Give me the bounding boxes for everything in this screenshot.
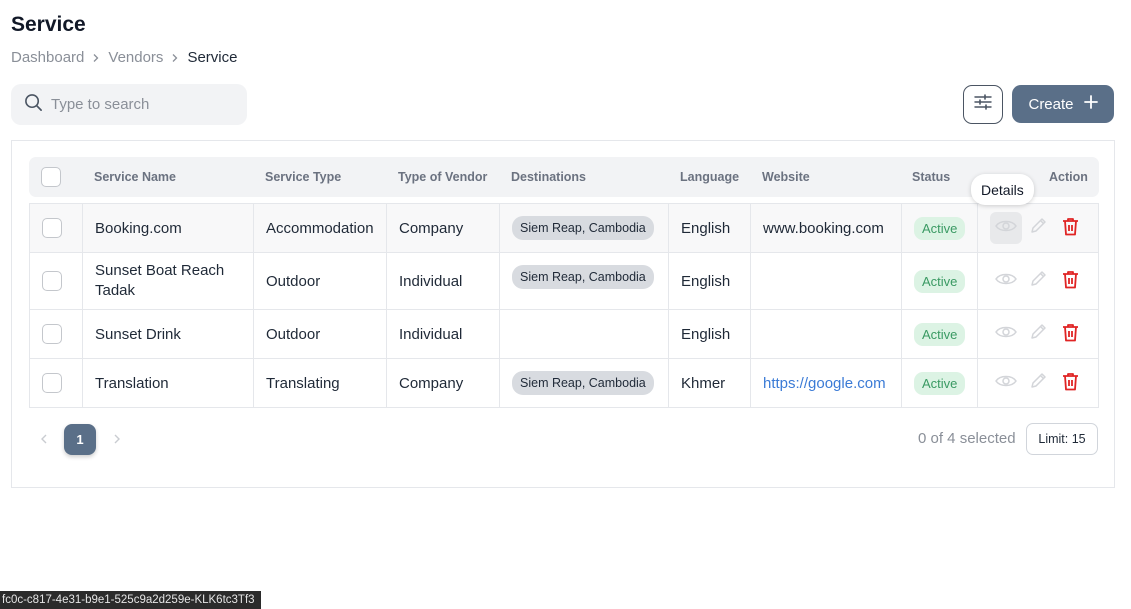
destination-tag: Siem Reap, Cambodia <box>512 371 654 395</box>
header-website[interactable]: Website <box>762 157 810 197</box>
prev-page-button[interactable] <box>40 431 48 447</box>
table-header: Service Name Service Type Type of Vendor… <box>29 157 1099 197</box>
trash-icon <box>1062 372 1079 395</box>
header-vendor-type[interactable]: Type of Vendor <box>398 157 487 197</box>
delete-button[interactable] <box>1054 367 1086 399</box>
row-checkbox[interactable] <box>42 271 62 291</box>
next-page-button[interactable] <box>113 431 121 447</box>
destination-tag: Siem Reap, Cambodia <box>512 265 654 289</box>
service-type: Outdoor <box>266 272 321 290</box>
service-name: Booking.com <box>95 219 182 237</box>
breadcrumb-dashboard[interactable]: Dashboard <box>11 49 84 66</box>
language: English <box>681 219 731 237</box>
limit-button[interactable]: Limit: 15 <box>1026 423 1098 455</box>
delete-button[interactable] <box>1054 212 1086 244</box>
search-icon <box>24 93 43 117</box>
service-type: Outdoor <box>266 325 321 343</box>
language: English <box>681 325 731 343</box>
details-tooltip: Details <box>971 174 1034 205</box>
select-all-checkbox[interactable] <box>41 167 61 187</box>
view-button[interactable] <box>990 265 1022 297</box>
eye-icon <box>995 272 1017 290</box>
service-name: Translation <box>95 374 169 392</box>
header-service-name[interactable]: Service Name <box>94 157 176 197</box>
chevron-left-icon <box>40 431 48 447</box>
service-name-line-1: Sunset Boat Reach <box>95 262 225 279</box>
selection-count: 0 of 4 selected <box>918 430 1016 447</box>
chevron-right-icon <box>84 53 108 63</box>
vendor-type: Individual <box>399 272 463 290</box>
service-type: Accommodation <box>266 219 374 237</box>
plus-icon <box>1083 95 1098 113</box>
pencil-icon <box>1029 217 1047 239</box>
language: Khmer <box>681 374 726 392</box>
filter-button[interactable] <box>963 85 1003 124</box>
create-label: Create <box>1028 95 1074 113</box>
header-action: Action <box>1049 170 1088 184</box>
service-name: Sunset Drink <box>95 325 181 343</box>
search-box <box>11 84 247 125</box>
table-row: Translation Translating Company Siem Rea… <box>30 359 1098 407</box>
eye-icon <box>995 374 1017 392</box>
trash-icon <box>1062 323 1079 346</box>
status-badge: Active <box>914 216 966 240</box>
delete-button[interactable] <box>1054 265 1086 297</box>
table-row: Sunset Boat Reach Tadak Outdoor Individu… <box>30 253 1098 310</box>
status-badge: Active <box>914 322 966 346</box>
destination-tag: Siem Reap, Cambodia <box>512 216 654 240</box>
website: www.booking.com <box>763 219 884 237</box>
table-row: Sunset Drink Outdoor Individual English … <box>30 310 1098 359</box>
table-row: Booking.com Accommodation Company Siem R… <box>30 204 1098 253</box>
status-badge: Active <box>914 269 966 293</box>
view-button[interactable] <box>990 212 1022 244</box>
breadcrumb-vendors[interactable]: Vendors <box>108 49 163 66</box>
select-all-cell <box>41 157 61 197</box>
eye-icon <box>995 325 1017 343</box>
view-button[interactable] <box>990 318 1022 350</box>
edit-button[interactable] <box>1022 265 1054 297</box>
page-button-current[interactable]: 1 <box>64 424 96 455</box>
vendor-type: Company <box>399 219 464 237</box>
pencil-icon <box>1029 372 1047 394</box>
header-service-type[interactable]: Service Type <box>265 157 341 197</box>
row-checkbox[interactable] <box>42 218 62 238</box>
trash-icon <box>1062 217 1079 240</box>
pencil-icon <box>1029 323 1047 345</box>
service-type: Translating <box>266 374 340 392</box>
chevron-right-icon <box>113 431 121 447</box>
vendor-type: Individual <box>399 325 463 343</box>
eye-icon <box>995 219 1017 237</box>
row-checkbox[interactable] <box>42 324 62 344</box>
header-status[interactable]: Status <box>912 157 950 197</box>
breadcrumb: Dashboard Vendors Service <box>11 49 237 66</box>
row-checkbox[interactable] <box>42 373 62 393</box>
breadcrumb-service: Service <box>187 49 238 66</box>
edit-button[interactable] <box>1022 367 1054 399</box>
pencil-icon <box>1029 270 1047 292</box>
page-title: Service <box>11 13 86 36</box>
edit-button[interactable] <box>1022 318 1054 350</box>
view-button[interactable] <box>990 367 1022 399</box>
chevron-right-icon <box>163 53 187 63</box>
edit-button[interactable] <box>1022 212 1054 244</box>
sliders-icon <box>974 94 992 115</box>
delete-button[interactable] <box>1054 318 1086 350</box>
website-link[interactable]: https://google.com <box>763 359 886 407</box>
service-name-line-2: Tadak <box>95 282 136 299</box>
header-destinations[interactable]: Destinations <box>511 157 586 197</box>
language: English <box>681 272 731 290</box>
trash-icon <box>1062 270 1079 293</box>
vendor-type: Company <box>399 374 464 392</box>
status-badge: Active <box>914 371 966 395</box>
status-bar-id: fc0c-c817-4e31-b9e1-525c9a2d259e-KLK6tc3… <box>0 591 261 609</box>
header-language[interactable]: Language <box>680 157 739 197</box>
search-input[interactable] <box>51 96 231 113</box>
create-button[interactable]: Create <box>1012 85 1114 123</box>
table-body: Booking.com Accommodation Company Siem R… <box>29 203 1099 408</box>
